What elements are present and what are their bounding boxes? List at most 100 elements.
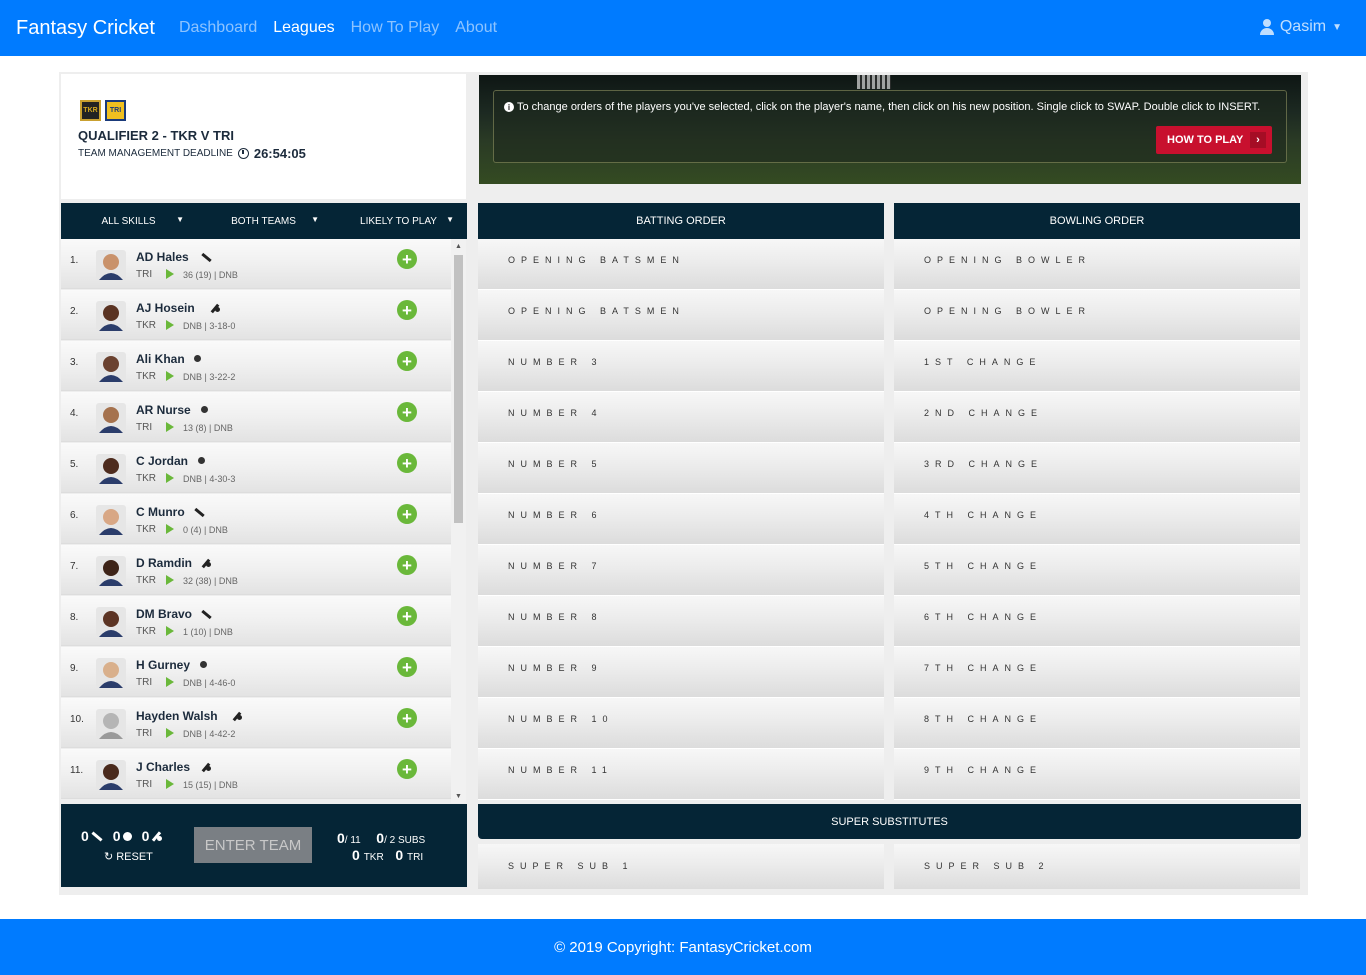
reset-button[interactable]: ↻ RESET	[104, 850, 153, 864]
player-row[interactable]: 1. AD Hales TRI 36 (19) | DNB +	[61, 239, 451, 289]
filter-likely[interactable]: LIKELY TO PLAY ▼	[331, 203, 466, 239]
dropdown-icon: ▼	[311, 215, 319, 224]
player-row[interactable]: 11. J Charles TRI 15 (15) | DNB +	[61, 749, 451, 799]
player-name[interactable]: C Jordan	[136, 454, 188, 468]
batting-slot[interactable]: NUMBER 11	[478, 749, 884, 800]
batting-slot[interactable]: NUMBER 6	[478, 494, 884, 545]
player-name[interactable]: AD Hales	[136, 250, 189, 264]
bowling-slot[interactable]: 2ND CHANGE	[894, 392, 1300, 443]
player-name[interactable]: Ali Khan	[136, 352, 185, 366]
player-team: TRI	[136, 269, 153, 280]
player-list: 1. AD Hales TRI 36 (19) | DNB +2. AJ Hosein TK…	[61, 239, 467, 803]
add-player-icon[interactable]: +	[397, 351, 417, 371]
player-row[interactable]: 4. AR Nurse TRI 13 (8) | DNB +	[61, 392, 451, 442]
bowling-slot[interactable]: 7TH CHANGE	[894, 647, 1300, 698]
bat-icon	[201, 252, 212, 263]
batting-slot[interactable]: NUMBER 9	[478, 647, 884, 698]
bowling-slot[interactable]: OPENING BOWLER	[894, 290, 1300, 341]
player-row[interactable]: 2. AJ Hosein TKR DNB | 3-18-0 +	[61, 290, 451, 340]
player-row[interactable]: 5. C Jordan TKR DNB | 4-30-3 +	[61, 443, 451, 493]
batting-slot[interactable]: NUMBER 3	[478, 341, 884, 392]
selection-count: 0/ 11 0/ 2 SUBS	[337, 830, 425, 846]
bowling-slot-label: 4TH CHANGE	[924, 510, 1043, 520]
player-list-scrollbar[interactable]: ▲ ▼	[451, 239, 466, 803]
add-player-icon[interactable]: +	[397, 708, 417, 728]
batting-slot[interactable]: NUMBER 7	[478, 545, 884, 596]
player-number: 11.	[70, 765, 84, 776]
player-row[interactable]: 3. Ali Khan TKR DNB | 3-22-2 +	[61, 341, 451, 391]
filter-likely-label: LIKELY TO PLAY	[360, 215, 437, 227]
player-team: TKR	[136, 524, 156, 535]
bowling-slot[interactable]: 8TH CHANGE	[894, 698, 1300, 749]
scroll-thumb[interactable]	[454, 255, 463, 523]
filter-teams[interactable]: BOTH TEAMS ▼	[196, 203, 331, 239]
player-avatar	[96, 301, 126, 331]
player-number: 9.	[70, 663, 79, 674]
nav-leagues[interactable]: Leagues	[273, 19, 334, 37]
add-player-icon[interactable]: +	[397, 759, 417, 779]
player-row[interactable]: 9. H Gurney TRI DNB | 4-46-0 +	[61, 647, 451, 697]
filter-skills[interactable]: ALL SKILLS ▼	[61, 203, 196, 239]
add-player-icon[interactable]: +	[397, 453, 417, 473]
player-row[interactable]: 10. Hayden Walsh TRI DNB | 4-42-2 +	[61, 698, 451, 748]
bowling-slot-label: 9TH CHANGE	[924, 765, 1043, 775]
add-player-icon[interactable]: +	[397, 249, 417, 269]
allrounder-icon	[200, 558, 211, 568]
player-team: TRI	[136, 677, 153, 688]
how-to-play-label: HOW TO PLAY	[1167, 134, 1244, 146]
nav-dashboard[interactable]: Dashboard	[179, 19, 257, 37]
player-stats: 13 (8) | DNB	[183, 423, 233, 433]
player-name[interactable]: C Munro	[136, 505, 185, 519]
player-name[interactable]: AJ Hosein	[136, 301, 195, 315]
scroll-up-icon[interactable]: ▲	[455, 243, 462, 250]
nav-about[interactable]: About	[455, 19, 497, 37]
player-name[interactable]: H Gurney	[136, 658, 190, 672]
add-player-icon[interactable]: +	[397, 606, 417, 626]
add-player-icon[interactable]: +	[397, 657, 417, 677]
subs-count: 0	[376, 830, 385, 846]
player-name[interactable]: J Charles	[136, 760, 190, 774]
nav-how-to-play[interactable]: How To Play	[351, 19, 440, 37]
batting-slot[interactable]: OPENING BATSMEN	[478, 239, 884, 290]
enter-team-button[interactable]: ENTER TEAM	[194, 827, 312, 863]
user-menu[interactable]: Qasim ▼	[1259, 18, 1342, 36]
player-name[interactable]: DM Bravo	[136, 607, 192, 621]
add-player-icon[interactable]: +	[397, 300, 417, 320]
player-name[interactable]: D Ramdin	[136, 556, 192, 570]
bowling-slot[interactable]: 1ST CHANGE	[894, 341, 1300, 392]
chevron-down-icon: ▼	[1332, 21, 1342, 33]
super-sub-slot[interactable]: SUPER SUB 1	[478, 844, 884, 889]
stadium-lights	[857, 75, 891, 89]
batting-slot[interactable]: NUMBER 4	[478, 392, 884, 443]
ball-icon	[122, 831, 132, 841]
scroll-down-icon[interactable]: ▼	[455, 793, 462, 800]
add-player-icon[interactable]: +	[397, 555, 417, 575]
picked-count: 0	[337, 830, 345, 846]
add-player-icon[interactable]: +	[397, 402, 417, 422]
batting-slot[interactable]: NUMBER 5	[478, 443, 884, 494]
bowling-slot[interactable]: 4TH CHANGE	[894, 494, 1300, 545]
ball-icon	[193, 354, 203, 364]
super-sub-slot[interactable]: SUPER SUB 2	[894, 844, 1300, 889]
player-name[interactable]: AR Nurse	[136, 403, 191, 417]
player-name[interactable]: Hayden Walsh	[136, 709, 218, 723]
batting-slot[interactable]: OPENING BATSMEN	[478, 290, 884, 341]
batting-order: BATTING ORDER OPENING BATSMEN OPENING BAT…	[478, 203, 884, 800]
batting-slot[interactable]: NUMBER 8	[478, 596, 884, 647]
brand-logo[interactable]: Fantasy Cricket	[16, 17, 155, 40]
batsmen-count: 0	[81, 828, 103, 844]
add-player-icon[interactable]: +	[397, 504, 417, 524]
bowling-slot[interactable]: 9TH CHANGE	[894, 749, 1300, 800]
player-row[interactable]: 8. DM Bravo TKR 1 (10) | DNB +	[61, 596, 451, 646]
player-row[interactable]: 6. C Munro TKR 0 (4) | DNB +	[61, 494, 451, 544]
bowling-slot[interactable]: OPENING BOWLER	[894, 239, 1300, 290]
bowling-slot[interactable]: 3RD CHANGE	[894, 443, 1300, 494]
allrounder-icon	[151, 831, 163, 841]
bowling-slot[interactable]: 5TH CHANGE	[894, 545, 1300, 596]
how-to-play-button[interactable]: HOW TO PLAY ›	[1156, 126, 1272, 154]
play-icon	[166, 524, 174, 534]
bowling-slot[interactable]: 6TH CHANGE	[894, 596, 1300, 647]
batting-slot[interactable]: NUMBER 10	[478, 698, 884, 749]
player-team: TRI	[136, 422, 153, 433]
player-row[interactable]: 7. D Ramdin TKR 32 (38) | DNB +	[61, 545, 451, 595]
